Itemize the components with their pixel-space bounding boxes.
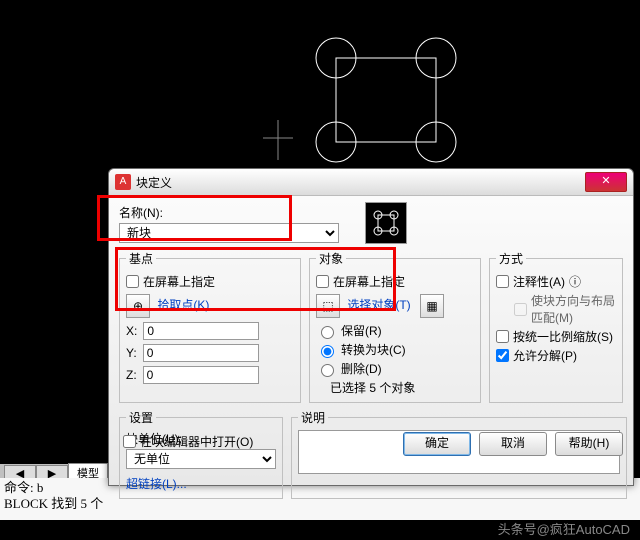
quick-select-button[interactable]: ▦ <box>420 294 444 318</box>
ok-button[interactable]: 确定 <box>403 432 471 456</box>
basepoint-legend: 基点 <box>126 250 156 267</box>
objects-onscreen-label: 在屏幕上指定 <box>333 273 405 290</box>
hyperlink-button[interactable]: 超链接(L)... <box>126 477 187 491</box>
z-label: Z: <box>126 368 137 382</box>
match-orient-check <box>514 303 527 316</box>
basepoint-onscreen-check[interactable] <box>126 275 139 288</box>
select-objects-button[interactable]: ⬚ <box>316 294 340 318</box>
retain-label: 保留(R) <box>341 322 382 339</box>
objects-onscreen-check[interactable] <box>316 275 329 288</box>
block-definition-dialog: A 块定义 ✕ 名称(N): 新块 基点 在屏幕上指定 ⊕ 拾取点(K) <box>108 168 634 486</box>
unit-select[interactable]: 无单位 <box>126 449 276 469</box>
delete-radio[interactable] <box>321 364 334 377</box>
x-label: X: <box>126 324 137 338</box>
close-button[interactable]: ✕ <box>585 172 627 192</box>
delete-label: 删除(D) <box>341 360 382 377</box>
selected-count: 已选择 5 个对象 <box>330 379 474 396</box>
retain-radio[interactable] <box>321 326 334 339</box>
description-legend: 说明 <box>298 409 328 426</box>
basepoint-group: 基点 在屏幕上指定 ⊕ 拾取点(K) X: Y: Z: <box>119 250 301 403</box>
convert-radio[interactable] <box>321 345 334 358</box>
basepoint-onscreen-label: 在屏幕上指定 <box>143 273 215 290</box>
help-button[interactable]: 帮助(H) <box>555 432 623 456</box>
block-geometry <box>0 0 640 170</box>
pick-point-link[interactable]: 拾取点(K) <box>157 298 209 312</box>
objects-group: 对象 在屏幕上指定 ⬚ 选择对象(T) ▦ 保留(R) 转换为块(C) 删除(D… <box>309 250 481 403</box>
y-label: Y: <box>126 346 137 360</box>
cancel-button[interactable]: 取消 <box>479 432 547 456</box>
settings-group: 设置 块单位(U): 无单位 超链接(L)... <box>119 409 283 499</box>
scale-uniform-label: 按统一比例缩放(S) <box>513 328 613 345</box>
convert-label: 转换为块(C) <box>341 341 406 358</box>
dialog-titlebar[interactable]: A 块定义 ✕ <box>109 169 633 196</box>
objects-legend: 对象 <box>316 250 346 267</box>
dialog-title: 块定义 <box>136 174 585 191</box>
name-label: 名称(N): <box>119 204 339 221</box>
scale-uniform-check[interactable] <box>496 330 509 343</box>
name-combobox[interactable]: 新块 <box>119 223 339 243</box>
block-preview <box>365 202 407 244</box>
select-objects-link[interactable]: 选择对象(T) <box>347 298 410 312</box>
allow-explode-label: 允许分解(P) <box>513 347 577 364</box>
info-icon[interactable]: ⓘ <box>569 273 581 290</box>
app-icon: A <box>115 174 131 190</box>
allow-explode-check[interactable] <box>496 349 509 362</box>
settings-legend: 设置 <box>126 409 156 426</box>
behavior-group: 方式 注释性(A) ⓘ 使块方向与布局匹配(M) 按统一比例缩放(S) 允许分解… <box>489 250 623 403</box>
open-in-editor-check[interactable] <box>123 435 136 448</box>
pick-point-button[interactable]: ⊕ <box>126 294 150 318</box>
x-input[interactable] <box>143 322 259 340</box>
behavior-legend: 方式 <box>496 250 526 267</box>
open-in-editor-label: 在块编辑器中打开(O) <box>140 433 253 450</box>
watermark: 头条号@疯狂AutoCAD <box>498 519 630 538</box>
annotative-check[interactable] <box>496 275 509 288</box>
y-input[interactable] <box>143 344 259 362</box>
annotative-label: 注释性(A) <box>513 273 565 290</box>
match-orient-label: 使块方向与布局匹配(M) <box>531 292 616 326</box>
z-input[interactable] <box>143 366 259 384</box>
